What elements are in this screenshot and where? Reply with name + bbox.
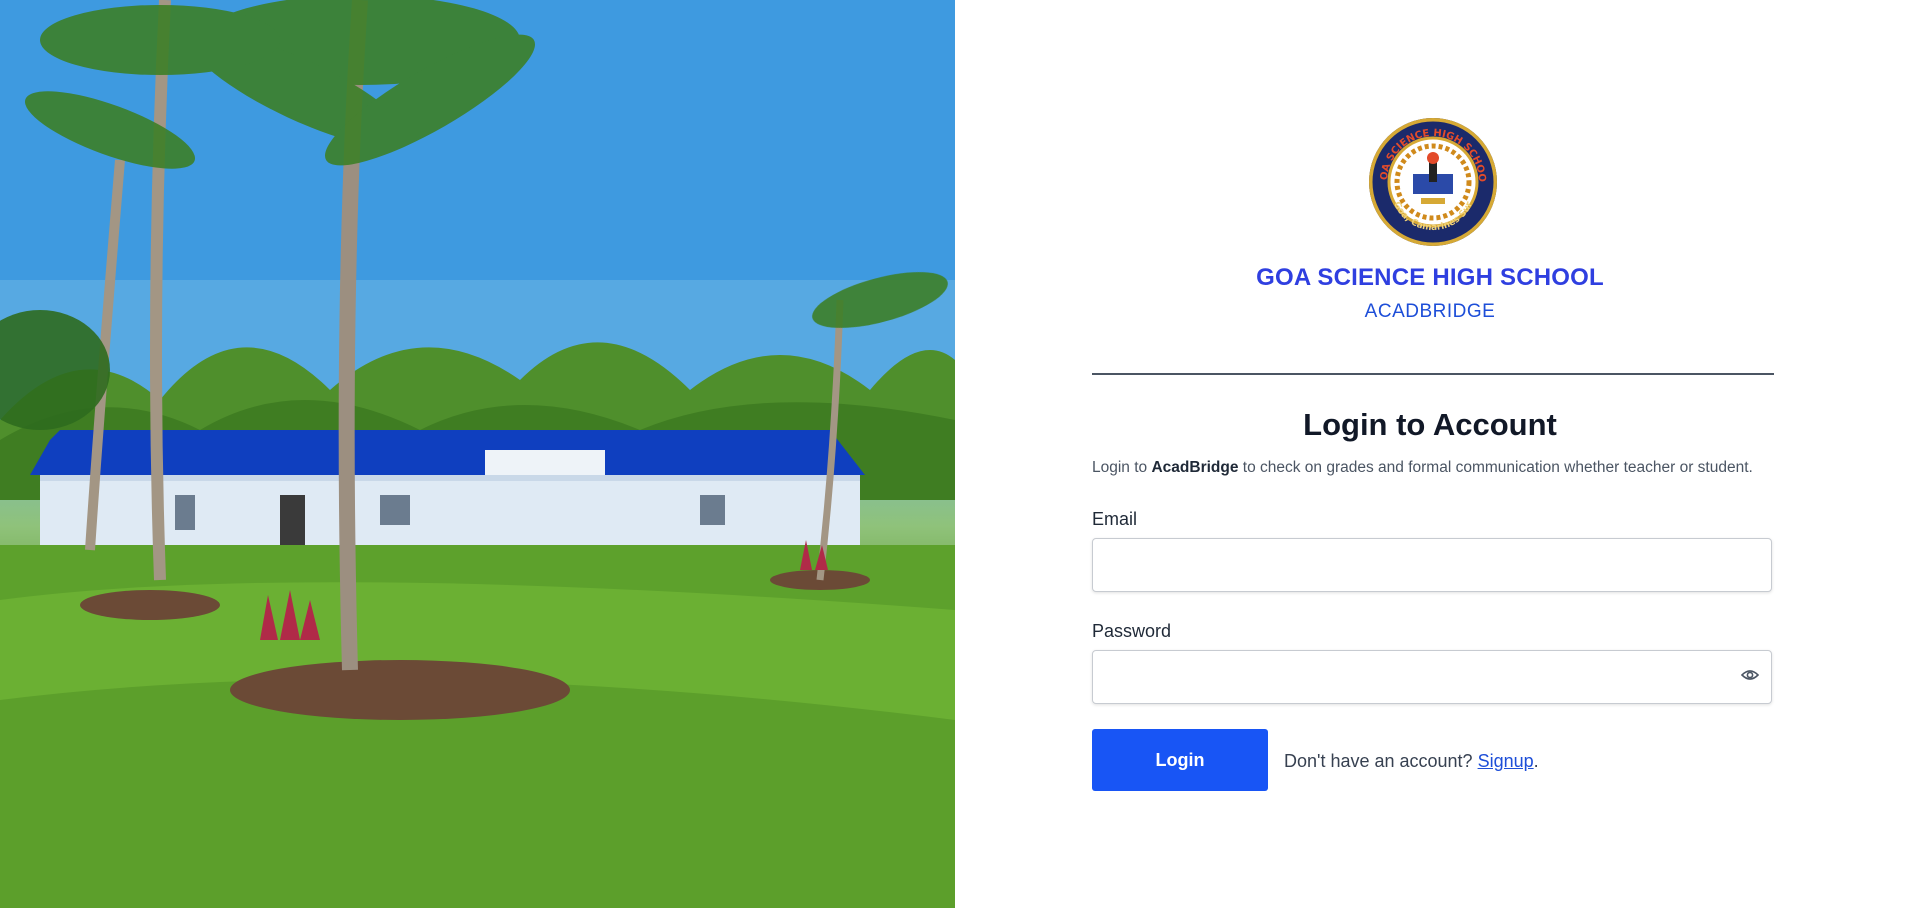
- login-panel: GOA SCIENCE HIGH SCHOOLGoa, Camarines Su…: [955, 0, 1905, 908]
- campus-photo: [0, 0, 955, 908]
- password-field[interactable]: [1092, 650, 1772, 704]
- email-label: Email: [1092, 509, 1138, 529]
- header-divider: [1092, 373, 1774, 375]
- eye-icon[interactable]: [1740, 668, 1760, 682]
- login-heading: Login to Account: [1303, 407, 1557, 442]
- password-label: Password: [1092, 621, 1172, 641]
- email-field[interactable]: [1092, 538, 1772, 592]
- login-description-brand: AcadBridge: [1151, 459, 1239, 476]
- password-input[interactable]: [1093, 651, 1704, 703]
- login-description-prefix: Login to: [1092, 459, 1152, 476]
- login-description: Login to AcadBridge to check on grades a…: [1092, 459, 1792, 477]
- signup-prompt-text: Don't have an account?: [1284, 751, 1478, 771]
- signup-link[interactable]: Signup: [1478, 751, 1534, 771]
- school-seal-icon: GOA SCIENCE HIGH SCHOOLGoa, Camarines Su…: [1365, 110, 1497, 246]
- signup-period: .: [1533, 751, 1539, 771]
- campus-illustration: [0, 0, 955, 908]
- login-button[interactable]: Login: [1092, 729, 1268, 791]
- login-description-suffix: to check on grades and formal communicat…: [1238, 459, 1753, 476]
- school-name: GOA SCIENCE HIGH SCHOOL: [1256, 264, 1604, 291]
- signup-prompt: Don't have an account? Signup.: [1284, 751, 1539, 772]
- school-logo: GOA SCIENCE HIGH SCHOOLGoa, Camarines Su…: [1365, 110, 1497, 246]
- email-input[interactable]: [1093, 539, 1771, 591]
- app-name: ACADBRIDGE: [1364, 301, 1496, 322]
